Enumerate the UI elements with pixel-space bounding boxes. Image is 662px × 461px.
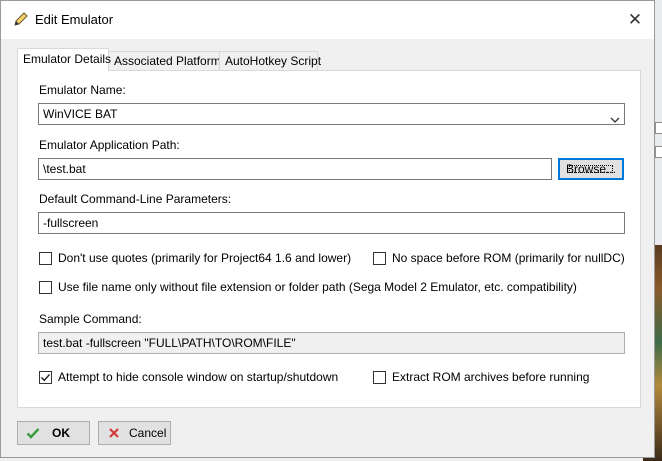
red-x-icon bbox=[107, 426, 121, 440]
checkbox-label: Use file name only without file extensio… bbox=[58, 280, 577, 294]
extract-rom-archives-checkbox[interactable]: Extract ROM archives before running bbox=[373, 370, 589, 384]
sample-command-value: test.bat -fullscreen "FULL\PATH\TO\ROM\F… bbox=[43, 336, 296, 350]
title-bar: Edit Emulator ✕ bbox=[1, 1, 654, 39]
tab-associated-platforms[interactable]: Associated Platforms bbox=[108, 51, 227, 70]
tab-label: Emulator Details bbox=[23, 52, 112, 66]
tab-label: AutoHotkey Script bbox=[225, 54, 322, 68]
tab-label: Associated Platforms bbox=[114, 54, 227, 68]
checkbox-label: Extract ROM archives before running bbox=[392, 370, 590, 384]
checkbox-label: Don't use quotes (primarily for Project6… bbox=[58, 251, 352, 265]
checkbox-box[interactable] bbox=[39, 280, 52, 294]
dont-use-quotes-checkbox[interactable]: Don't use quotes (primarily for Project6… bbox=[39, 251, 351, 265]
tab-autohotkey-script[interactable]: AutoHotkey Script bbox=[219, 51, 322, 70]
sample-command-label: Sample Command: bbox=[39, 312, 142, 326]
edit-emulator-dialog: Edit Emulator ✕ Emulator Details Associa… bbox=[0, 0, 655, 458]
app-path-value: \test.bat bbox=[43, 162, 86, 176]
window-title: Edit Emulator bbox=[35, 12, 114, 27]
checkmark-icon bbox=[41, 373, 51, 381]
cancel-label: Cancel bbox=[129, 426, 167, 440]
emulator-details-panel: Emulator Name: WinVICE BAT Emulator Appl… bbox=[17, 70, 641, 408]
browse-button[interactable]: Browse... bbox=[558, 158, 624, 180]
checkbox-box[interactable] bbox=[373, 370, 386, 384]
emulator-name-label: Emulator Name: bbox=[39, 83, 126, 97]
ok-button[interactable]: OK bbox=[17, 421, 90, 445]
params-label: Default Command-Line Parameters: bbox=[39, 192, 232, 206]
background-control bbox=[655, 146, 662, 158]
checkbox-box[interactable] bbox=[373, 251, 386, 265]
checkbox-box[interactable] bbox=[39, 370, 52, 384]
ok-label: OK bbox=[52, 426, 70, 440]
params-value: -fullscreen bbox=[43, 216, 99, 230]
file-name-only-checkbox[interactable]: Use file name only without file extensio… bbox=[39, 280, 577, 294]
close-button[interactable]: ✕ bbox=[616, 1, 654, 39]
close-icon: ✕ bbox=[627, 10, 643, 29]
pencil-icon bbox=[13, 11, 29, 27]
tab-emulator-details[interactable]: Emulator Details bbox=[17, 48, 112, 71]
chevron-down-icon bbox=[610, 110, 620, 123]
app-path-label: Emulator Application Path: bbox=[39, 138, 180, 152]
app-path-input[interactable]: \test.bat bbox=[38, 158, 552, 180]
checkbox-box[interactable] bbox=[39, 251, 52, 265]
checkbox-label: Attempt to hide console window on startu… bbox=[58, 370, 339, 384]
params-input[interactable]: -fullscreen bbox=[38, 212, 625, 234]
green-check-icon bbox=[26, 426, 40, 440]
cancel-button[interactable]: Cancel bbox=[98, 421, 171, 445]
sample-command-field: test.bat -fullscreen "FULL\PATH\TO\ROM\F… bbox=[38, 332, 625, 354]
browse-label: Browse... bbox=[565, 162, 616, 176]
background-control bbox=[655, 122, 662, 134]
emulator-name-combobox[interactable]: WinVICE BAT bbox=[38, 103, 625, 125]
emulator-name-value: WinVICE BAT bbox=[43, 107, 118, 121]
no-space-before-rom-checkbox[interactable]: No space before ROM (primarily for nullD… bbox=[373, 251, 625, 265]
hide-console-checkbox[interactable]: Attempt to hide console window on startu… bbox=[39, 370, 338, 384]
checkbox-label: No space before ROM (primarily for nullD… bbox=[392, 251, 625, 265]
